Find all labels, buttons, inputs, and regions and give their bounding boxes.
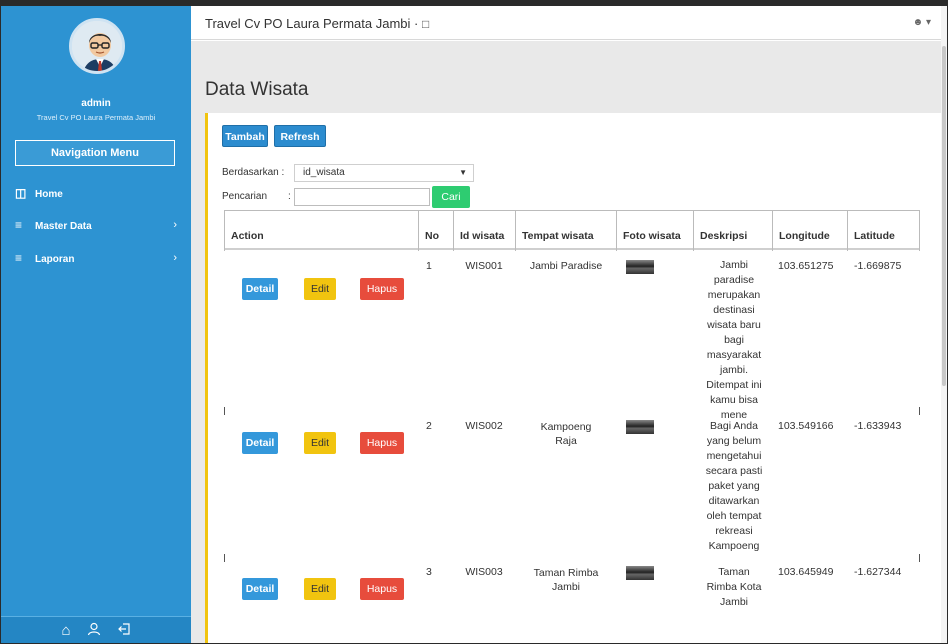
cell-no: 1 (426, 260, 432, 272)
col-description: Deskripsi (693, 211, 772, 251)
filter-by-label: Berdasarkan : (222, 167, 285, 178)
cell-description: Jambi paradise merupakan destinasi wisat… (706, 259, 762, 421)
col-id: Id wisata (453, 211, 515, 251)
sidebar-item-laporan[interactable]: ≡ Laporan › (1, 247, 191, 269)
search-label: Pencarian (222, 191, 268, 202)
cell-longitude: 103.645949 (778, 566, 834, 578)
user-name: admin (81, 98, 111, 109)
cell-id: WIS001 (465, 260, 503, 272)
list-icon: ≡ (15, 251, 23, 265)
app-title-text: Travel Cv PO Laura Permata Jambi · (205, 16, 419, 31)
top-navbar: Travel Cv PO Laura Permata Jambi · □ ☻ ▾ (191, 6, 943, 40)
place-photo (626, 260, 654, 274)
add-button[interactable]: Tambah (222, 125, 268, 147)
sidebar-footer: ⌂ (1, 616, 191, 643)
caret-down-icon: ▾ (925, 17, 931, 28)
cell-longitude: 103.549166 (778, 420, 834, 432)
delete-button[interactable]: Hapus (360, 432, 404, 454)
sidebar-item-label: Master Data (35, 221, 92, 232)
cell-latitude: -1.633943 (854, 420, 902, 432)
detail-button[interactable]: Detail (242, 278, 278, 300)
edit-button[interactable]: Edit (304, 578, 336, 600)
search-button[interactable]: Cari (432, 186, 470, 208)
col-latitude: Latitude (847, 211, 920, 251)
place-photo (626, 566, 654, 580)
detail-button[interactable]: Detail (242, 432, 278, 454)
book-icon: ◫ (15, 186, 27, 200)
col-no: No (418, 211, 453, 251)
user-icon[interactable] (87, 622, 101, 640)
user-menu-dropdown[interactable]: ☻ ▾ (913, 17, 931, 28)
chevron-right-icon: › (173, 252, 177, 264)
edit-button[interactable]: Edit (304, 278, 336, 300)
cell-no: 3 (426, 566, 432, 578)
cell-longitude: 103.651275 (778, 260, 834, 272)
user-icon: ☻ (912, 17, 924, 28)
filter-by-select[interactable]: id_wisata ▼ (294, 164, 474, 182)
app-title[interactable]: Travel Cv PO Laura Permata Jambi · □ (205, 16, 429, 31)
delete-button[interactable]: Hapus (360, 578, 404, 600)
col-photo: Foto wisata (616, 211, 693, 251)
chevron-right-icon: › (173, 219, 177, 231)
cell-latitude: -1.669875 (854, 260, 902, 272)
edit-button[interactable]: Edit (304, 432, 336, 454)
sidebar-item-master-data[interactable]: ≡ Master Data › (1, 214, 191, 236)
sidebar-item-label: Laporan (35, 254, 75, 265)
cell-description: Taman Rimba Kota Jambi (706, 566, 762, 608)
detail-button[interactable]: Detail (242, 578, 278, 600)
logout-icon[interactable] (117, 622, 131, 640)
delete-button[interactable]: Hapus (360, 278, 404, 300)
search-colon: : (288, 191, 291, 202)
navigation-menu-button[interactable]: Navigation Menu (15, 140, 175, 166)
home-icon[interactable]: ⌂ (61, 622, 70, 639)
scrollbar[interactable] (941, 6, 947, 643)
data-panel: Tambah Refresh Berdasarkan : id_wisata ▼… (205, 113, 943, 643)
sidebar-item-label: Home (35, 189, 63, 200)
user-company: Travel Cv PO Laura Permata Jambi (36, 113, 156, 122)
cell-place: Kampoeng Raja (540, 421, 592, 447)
cell-place: Jambi Paradise (529, 260, 603, 272)
sidebar-item-home[interactable]: ◫ Home (1, 182, 191, 204)
main-content: Data Wisata Tambah Refresh Berdasarkan :… (191, 41, 943, 643)
caret-down-icon: ▼ (459, 168, 467, 177)
cell-no: 2 (426, 420, 432, 432)
col-longitude: Longitude (772, 211, 847, 251)
cell-description: Bagi Anda yang belum mengetahui secara p… (705, 420, 763, 552)
app-window: admin Travel Cv PO Laura Permata Jambi N… (0, 0, 948, 644)
list-icon: ≡ (15, 218, 23, 232)
monitor-icon: □ (422, 17, 430, 31)
search-input[interactable] (294, 188, 430, 206)
col-place: Tempat wisata (515, 211, 616, 251)
avatar (69, 18, 125, 74)
cell-id: WIS002 (465, 420, 503, 432)
col-action: Action (224, 211, 418, 251)
scrollbar-thumb[interactable] (942, 46, 946, 386)
refresh-button[interactable]: Refresh (274, 125, 326, 147)
cell-latitude: -1.627344 (854, 566, 902, 578)
place-photo (626, 420, 654, 434)
cell-place: Taman Rimba Jambi (533, 567, 599, 593)
sidebar: admin Travel Cv PO Laura Permata Jambi N… (1, 6, 191, 643)
page-title: Data Wisata (205, 79, 309, 100)
table-header: Action No Id wisata Tempat wisata Foto w… (224, 210, 920, 251)
filter-by-value: id_wisata (303, 167, 345, 178)
cell-id: WIS003 (465, 566, 503, 578)
